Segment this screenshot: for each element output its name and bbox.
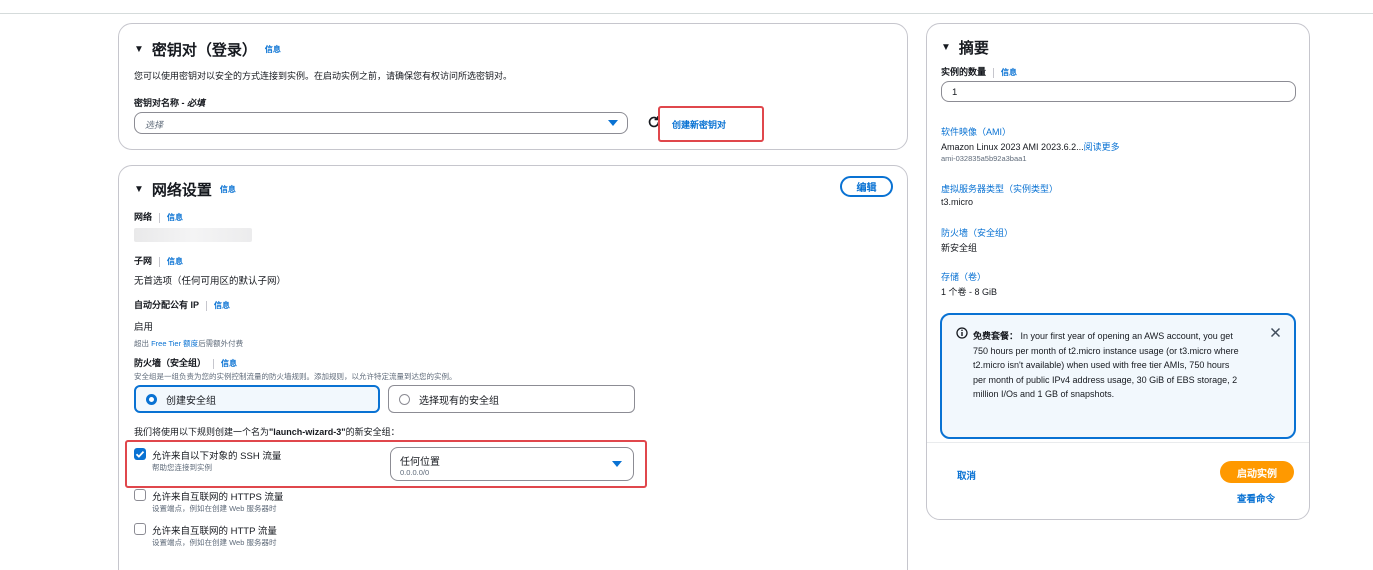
edit-button[interactable]: 编辑 <box>840 176 893 197</box>
network-heading[interactable]: ▼ 网络设置 信息 <box>134 179 236 200</box>
http-label: 允许来自互联网的 HTTP 流量 <box>152 526 277 537</box>
keypair-title: 密钥对（登录） <box>151 42 257 59</box>
keypair-panel: ▼ 密钥对（登录） 信息 您可以使用密钥对以安全的方式连接到实例。在启动实例之前… <box>118 23 908 150</box>
keypair-select-placeholder: 选择 <box>145 120 164 130</box>
count-info-link[interactable]: 信息 <box>1001 68 1017 77</box>
top-divider <box>0 13 1373 14</box>
ami-link[interactable]: 软件映像（AMI） <box>941 125 1011 138</box>
redacted-network-value <box>134 228 252 242</box>
info-circle-icon <box>956 327 968 339</box>
https-hint: 设置端点，例如在创建 Web 服务器时 <box>152 504 277 513</box>
public-ip-info-link[interactable]: 信息 <box>214 301 230 310</box>
keypair-name-label: 密钥对名称 - 必填 <box>134 98 206 108</box>
radio-selected-icon <box>146 393 157 405</box>
create-keypair-link[interactable]: 创建新密钥对 <box>672 118 726 131</box>
radio-existing-sg[interactable]: 选择现有的安全组 <box>388 385 635 413</box>
subnet-info-link[interactable]: 信息 <box>167 257 183 266</box>
radio-create-sg[interactable]: 创建安全组 <box>134 385 380 413</box>
storage-value: 1 个卷 - 8 GiB <box>941 287 998 297</box>
https-checkbox[interactable] <box>134 489 146 501</box>
http-checkbox[interactable] <box>134 523 146 535</box>
close-icon[interactable] <box>1270 327 1281 338</box>
radio-existing-label: 选择现有的安全组 <box>419 395 499 407</box>
collapse-icon: ▼ <box>941 42 951 53</box>
check-icon <box>135 450 145 458</box>
free-tier-note: 超出 Free Tier 额度后需额外付费 <box>134 339 244 348</box>
radio-create-label: 创建安全组 <box>166 395 216 407</box>
subnet-label: 子网 信息 <box>134 256 184 267</box>
radio-unselected-icon <box>399 393 410 405</box>
network-info-link[interactable]: 信息 <box>220 184 236 195</box>
summary-title: 摘要 <box>958 40 989 57</box>
ami-id: ami-032835a5b92a3baa1 <box>941 154 1027 163</box>
summary-panel: ▼ 摘要 实例的数量 信息 1 软件映像（AMI） Amazon Linux 20… <box>926 23 1310 520</box>
chevron-down-icon <box>612 461 622 467</box>
instance-type-value: t3.micro <box>941 197 974 207</box>
free-tier-title: 免费套餐： <box>973 331 1019 341</box>
subnet-value: 无首选项（任何可用区的默认子网） <box>134 276 287 287</box>
view-commands-link[interactable]: 查看命令 <box>1237 491 1275 505</box>
keypair-info-link[interactable]: 信息 <box>265 44 281 55</box>
network-title: 网络设置 <box>151 182 212 199</box>
instance-type-link[interactable]: 虚拟服务器类型（实例类型） <box>941 182 1058 195</box>
ssh-cidr-value: 0.0.0.0/0 <box>400 468 430 477</box>
chevron-down-icon <box>608 120 618 126</box>
instance-count-value: 1 <box>952 87 958 98</box>
summary-heading[interactable]: ▼ 摘要 <box>941 37 989 58</box>
ssh-source-value: 任何位置 <box>400 457 440 468</box>
required-marker: 必填 <box>187 98 206 108</box>
public-ip-value: 启用 <box>134 322 154 333</box>
launch-instance-button[interactable]: 启动实例 <box>1220 461 1294 483</box>
instance-count-label: 实例的数量 信息 <box>941 67 1018 78</box>
firewall-label: 防火墙（安全组） 信息 <box>134 358 238 369</box>
ssh-source-select[interactable]: 任何位置 0.0.0.0/0 <box>390 447 634 481</box>
network-field-info-link[interactable]: 信息 <box>167 213 183 222</box>
read-more-link[interactable]: 阅读更多 <box>1084 142 1120 152</box>
collapse-icon: ▼ <box>134 44 144 55</box>
free-tier-link[interactable]: Free Tier 额度 <box>151 339 198 348</box>
cancel-button[interactable]: 取消 <box>957 468 976 482</box>
ami-value: Amazon Linux 2023 AMI 2023.6.2...阅读更多 <box>941 142 1120 152</box>
public-ip-label: 自动分配公有 IP 信息 <box>134 300 231 311</box>
network-label: 网络 信息 <box>134 212 184 223</box>
summary-divider <box>927 442 1309 443</box>
firewall-info-link[interactable]: 信息 <box>221 359 237 368</box>
firewall-value: 新安全组 <box>941 243 978 253</box>
firewall-description: 安全组是一组负责为您的实例控制流量的防火墙规则。添加规则，以允许特定流量到达您的… <box>134 372 457 381</box>
ssh-hint: 帮助您连接到实例 <box>152 463 212 472</box>
keypair-heading[interactable]: ▼ 密钥对（登录） 信息 <box>134 39 281 60</box>
rule-intro: 我们将使用以下规则创建一个名为"launch-wizard-3"的新安全组： <box>134 427 400 437</box>
firewall-link[interactable]: 防火墙（安全组） <box>941 226 1013 239</box>
storage-link[interactable]: 存储（卷） <box>941 270 986 283</box>
https-label: 允许来自互联网的 HTTPS 流量 <box>152 492 284 503</box>
keypair-description: 您可以使用密钥对以安全的方式连接到实例。在启动实例之前，请确保您有权访问所选密钥… <box>134 71 513 81</box>
collapse-icon: ▼ <box>134 184 144 195</box>
network-panel: ▼ 网络设置 信息 编辑 网络 信息 子网 信息 无首选项（任何可用区的默认子网） … <box>118 165 908 570</box>
ssh-checkbox[interactable] <box>134 448 146 460</box>
keypair-select[interactable]: 选择 <box>134 112 628 134</box>
http-hint: 设置端点，例如在创建 Web 服务器时 <box>152 538 277 547</box>
instance-count-input[interactable]: 1 <box>941 81 1296 102</box>
ssh-label: 允许来自以下对象的 SSH 流量 <box>152 451 282 462</box>
free-tier-alert: 免费套餐： In your first year of opening an A… <box>940 313 1296 439</box>
free-tier-text: 免费套餐： In your first year of opening an A… <box>973 331 1239 399</box>
